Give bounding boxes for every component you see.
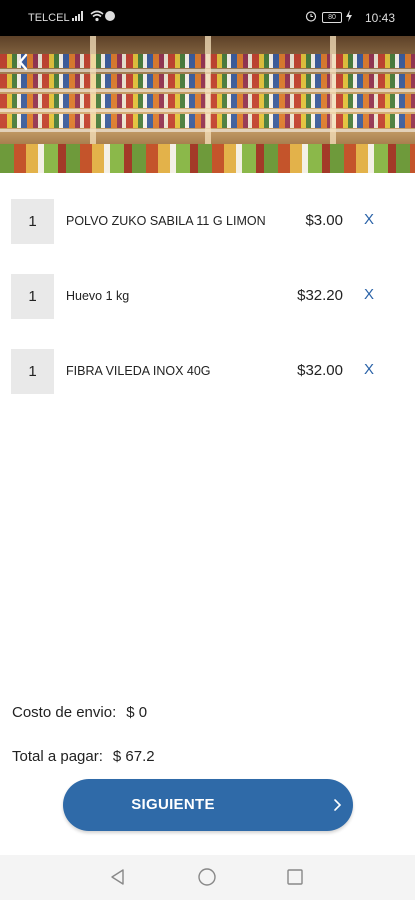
- charging-icon: [346, 10, 352, 22]
- product-price: $3.00: [305, 212, 343, 229]
- messenger-icon: [105, 11, 115, 21]
- cart-item: 1 FIBRA VILEDA INOX 40G $32.00 X: [0, 349, 415, 395]
- product-price: $32.00: [297, 362, 343, 379]
- home-circle-icon[interactable]: [197, 867, 217, 887]
- remove-item-button[interactable]: X: [364, 286, 374, 303]
- total-row: Total a pagar: $ 67.2: [12, 748, 155, 765]
- cart-item: 1 POLVO ZUKO SABILA 11 G LIMON $3.00 X: [0, 199, 415, 245]
- product-name: POLVO ZUKO SABILA 11 G LIMON: [66, 214, 266, 228]
- product-name: Huevo 1 kg: [66, 289, 130, 303]
- status-bar: TELCEL 80 10:43: [0, 0, 415, 36]
- back-triangle-icon[interactable]: [108, 867, 128, 887]
- total-label: Total a pagar:: [12, 748, 103, 765]
- recents-square-icon[interactable]: [285, 867, 305, 887]
- quantity-box[interactable]: 1: [11, 349, 54, 394]
- remove-item-button[interactable]: X: [364, 361, 374, 378]
- shipping-cost-value: $ 0: [126, 704, 148, 721]
- chevron-right-icon: [334, 799, 342, 811]
- back-arrow-icon[interactable]: [12, 50, 36, 74]
- shipping-cost-label: Costo de envio:: [12, 704, 117, 721]
- quantity-box[interactable]: 1: [11, 199, 54, 244]
- remove-item-button[interactable]: X: [364, 211, 374, 228]
- product-price: $32.20: [297, 287, 343, 304]
- signal-icon: [72, 11, 83, 21]
- alarm-icon: [305, 11, 317, 22]
- cart-item: 1 Huevo 1 kg $32.20 X: [0, 274, 415, 320]
- battery-icon: 80: [322, 12, 342, 23]
- next-button-label: SIGUIENTE: [131, 796, 215, 813]
- system-nav-bar: [0, 855, 415, 900]
- quantity-box[interactable]: 1: [11, 274, 54, 319]
- clock: 10:43: [364, 11, 395, 25]
- store-banner-image: [0, 36, 415, 173]
- shipping-cost-row: Costo de envio: $ 0: [12, 704, 147, 721]
- wifi-icon: [90, 10, 104, 22]
- next-button[interactable]: SIGUIENTE: [63, 779, 353, 831]
- total-value: $ 67.2: [112, 748, 155, 765]
- carrier-label: TELCEL: [28, 12, 70, 24]
- product-name: FIBRA VILEDA INOX 40G: [66, 364, 211, 378]
